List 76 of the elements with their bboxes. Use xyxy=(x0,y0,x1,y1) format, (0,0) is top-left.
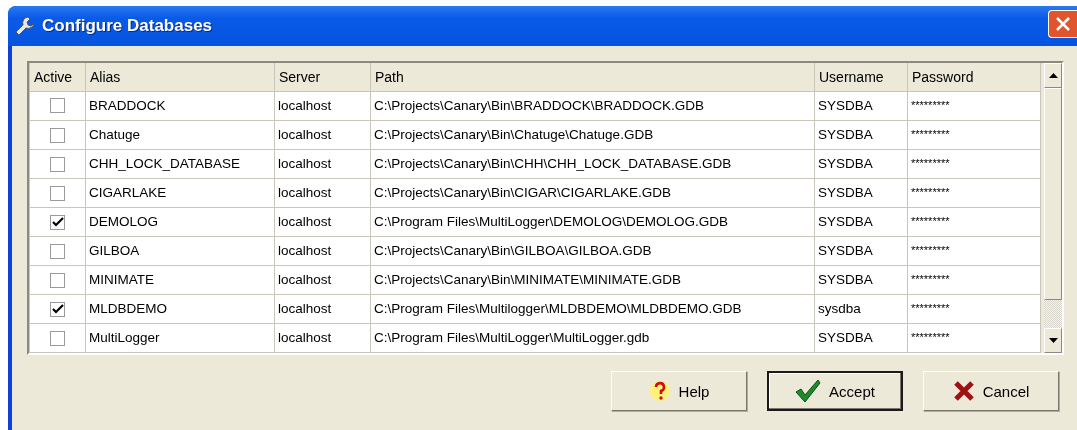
checkbox[interactable] xyxy=(50,330,65,346)
table-cell: C:\Projects\Canary\Bin\GILBOA\GILBOA.GDB xyxy=(370,236,815,266)
help-button[interactable]: Help xyxy=(611,371,747,411)
checkbox[interactable] xyxy=(50,214,65,230)
scrollbar[interactable] xyxy=(1044,63,1062,353)
column-header[interactable]: Active xyxy=(29,63,86,91)
table-cell: localhost xyxy=(274,207,371,237)
close-button[interactable] xyxy=(1048,10,1077,38)
table-cell: C:\Projects\Canary\Bin\BRADDOCK\BRADDOCK.GDB xyxy=(370,91,815,121)
table-cell: C:\Program Files\MultiLogger\MultiLogger.gdb xyxy=(370,323,815,353)
table-cell: sysdba xyxy=(814,294,908,324)
table-cell: SYSDBA xyxy=(814,149,908,179)
table-cell: MultiLogger xyxy=(85,323,275,353)
close-icon xyxy=(1055,16,1071,32)
table-cell: C:\Projects\Canary\Bin\Chatuge\Chatuge.GDB xyxy=(370,120,815,150)
table-cell: localhost xyxy=(274,120,371,150)
table-cell: CIGARLAKE xyxy=(85,178,275,208)
scroll-thumb[interactable] xyxy=(1044,88,1062,300)
table-cell: DEMOLOG xyxy=(85,207,275,237)
password-cell: ********* xyxy=(907,236,1041,266)
table-cell: Chatuge xyxy=(85,120,275,150)
table-cell: SYSDBA xyxy=(814,91,908,121)
checkmark-icon xyxy=(795,379,822,403)
table-cell: MLDBDEMO xyxy=(85,294,275,324)
table-cell: BRADDOCK xyxy=(85,91,275,121)
table-cell: C:\Program Files\Multilogger\MLDBDEMO\MLDBDEMO.GDB xyxy=(370,294,815,324)
table-cell: SYSDBA xyxy=(814,265,908,295)
column-header[interactable]: Username xyxy=(814,63,908,91)
password-cell: ********* xyxy=(907,294,1041,324)
cross-icon xyxy=(952,380,975,402)
password-cell: ********* xyxy=(907,323,1041,353)
checkbox[interactable] xyxy=(50,185,65,201)
up-arrow-icon xyxy=(1048,73,1058,78)
checkbox[interactable] xyxy=(50,98,65,114)
column-header[interactable]: Path xyxy=(370,63,815,91)
wrench-icon xyxy=(14,15,36,37)
cancel-button[interactable]: Cancel xyxy=(923,371,1059,411)
table-cell: localhost xyxy=(274,265,371,295)
password-cell: ********* xyxy=(907,178,1041,208)
table-cell: C:\Projects\Canary\Bin\MINIMATE\MINIMATE.GDB xyxy=(370,265,815,295)
table-cell: SYSDBA xyxy=(814,207,908,237)
table-cell: localhost xyxy=(274,323,371,353)
table-cell: C:\Projects\Canary\Bin\CHH\CHH_LOCK_DATABASE.GDB xyxy=(370,149,815,179)
table-cell: C:\Program Files\MultiLogger\DEMOLOG\DEMOLOG.GDB xyxy=(370,207,815,237)
table-cell: SYSDBA xyxy=(814,236,908,266)
table-cell: SYSDBA xyxy=(814,178,908,208)
table-cell: localhost xyxy=(274,178,371,208)
checkbox[interactable] xyxy=(50,243,65,259)
table-cell: localhost xyxy=(274,149,371,179)
password-cell: ********* xyxy=(907,120,1041,150)
help-icon xyxy=(648,379,671,403)
table-cell: localhost xyxy=(274,236,371,266)
scroll-down-button[interactable] xyxy=(1044,328,1062,353)
table-cell: SYSDBA xyxy=(814,323,908,353)
column-header[interactable]: Server xyxy=(274,63,371,91)
password-cell: ********* xyxy=(907,91,1041,121)
checkbox[interactable] xyxy=(50,272,65,288)
table-cell: GILBOA xyxy=(85,236,275,266)
checkbox[interactable] xyxy=(50,301,65,317)
password-cell: ********* xyxy=(907,149,1041,179)
table-cell: CHH_LOCK_DATABASE xyxy=(85,149,275,179)
password-cell: ********* xyxy=(907,207,1041,237)
password-cell: ********* xyxy=(907,265,1041,295)
checkbox[interactable] xyxy=(50,127,65,143)
accept-button[interactable]: Accept xyxy=(767,371,903,411)
column-header[interactable]: Password xyxy=(907,63,1041,91)
table-cell: localhost xyxy=(274,294,371,324)
table-cell: C:\Projects\Canary\Bin\CIGAR\CIGARLAKE.GDB xyxy=(370,178,815,208)
table-cell: MINIMATE xyxy=(85,265,275,295)
table-cell: SYSDBA xyxy=(814,120,908,150)
window-title: Configure Databases xyxy=(42,16,214,36)
checkbox[interactable] xyxy=(50,156,65,172)
table-cell: localhost xyxy=(274,91,371,121)
down-arrow-icon xyxy=(1048,338,1058,343)
scroll-up-button[interactable] xyxy=(1044,63,1062,88)
column-header[interactable]: Alias xyxy=(85,63,275,91)
